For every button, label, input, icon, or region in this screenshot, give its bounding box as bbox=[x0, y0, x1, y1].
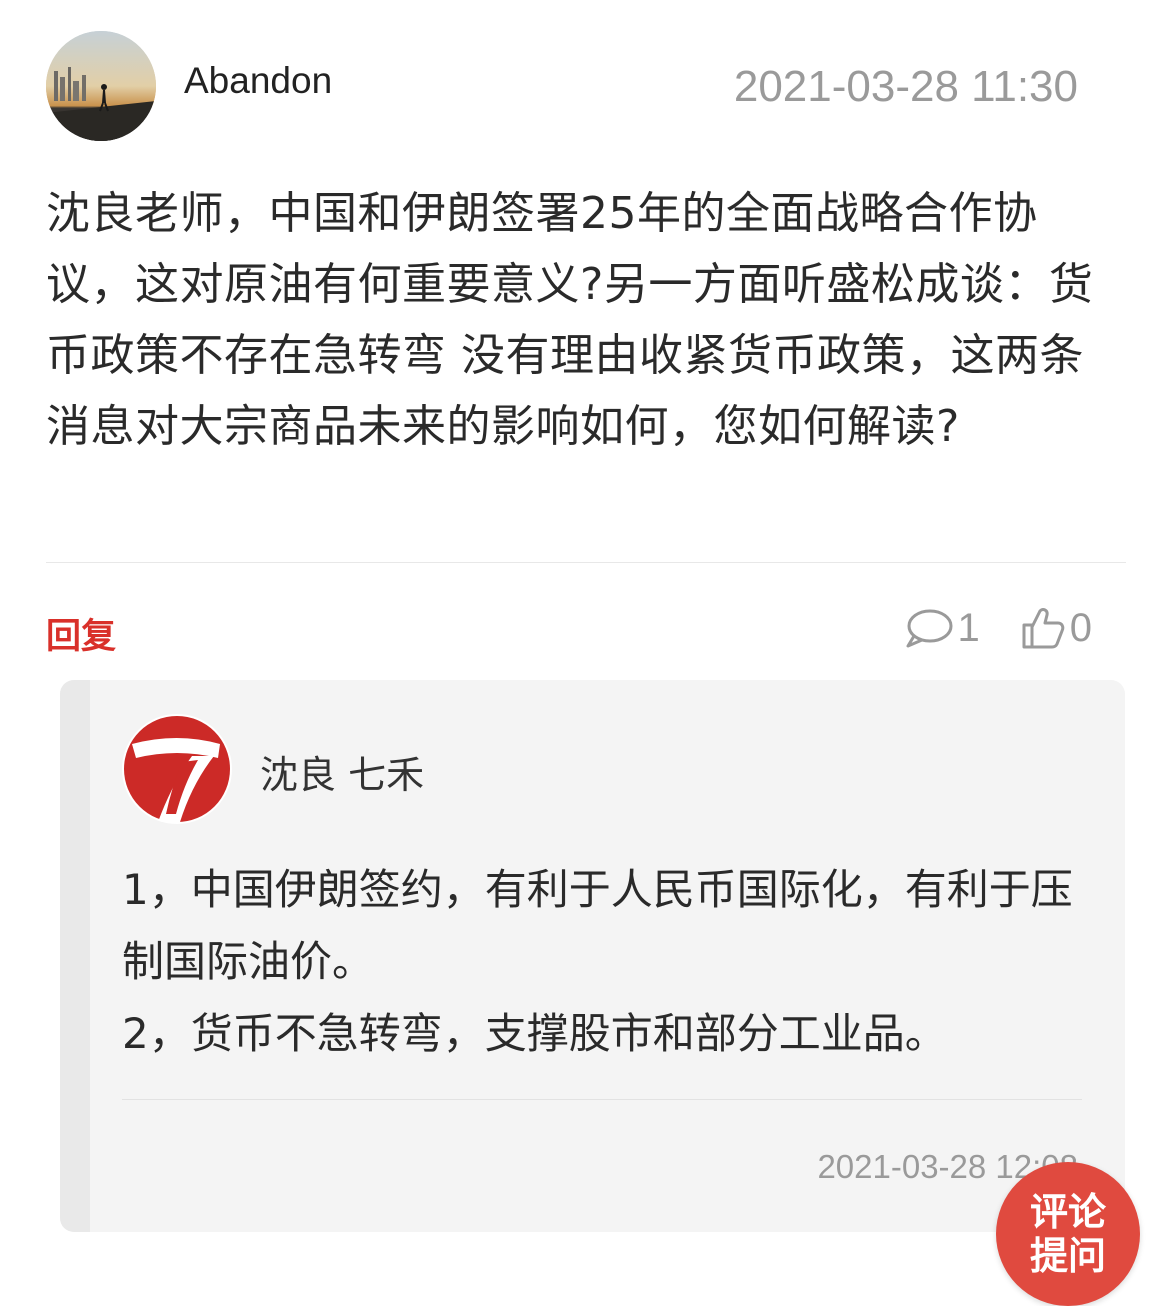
like-button[interactable]: 0 bbox=[1020, 605, 1092, 651]
divider bbox=[46, 562, 1126, 563]
comment-count: 1 bbox=[957, 605, 980, 650]
comment-button[interactable]: 1 bbox=[904, 606, 980, 651]
reply-divider bbox=[122, 1099, 1082, 1100]
fab-label-ask: 提问 bbox=[1029, 1234, 1106, 1278]
question-text: 沈良老师，中国和伊朗签署25年的全面战略合作协议，这对原油有何重要意义?另一方面… bbox=[46, 188, 1094, 452]
post-timestamp: 2021-03-28 11:30 bbox=[733, 62, 1078, 111]
reply-text: 1，中国伊朗签约，有利于人民币国际化，有利于压制国际油价。 2，货币不急转弯，支… bbox=[122, 854, 1082, 1070]
user-avatar[interactable] bbox=[46, 31, 156, 141]
avatar-image-icon bbox=[46, 31, 156, 141]
comment-ask-fab[interactable]: 评论 提问 bbox=[996, 1162, 1140, 1306]
reply-line: 2，货币不急转弯，支撑股市和部分工业品。 bbox=[122, 1009, 947, 1058]
like-count: 0 bbox=[1069, 605, 1092, 650]
reply-author[interactable]: 沈良 七禾 bbox=[260, 744, 424, 799]
seven-logo-icon bbox=[124, 716, 230, 822]
reply-button[interactable]: 回复 bbox=[46, 608, 116, 659]
thumbs-up-icon bbox=[1022, 608, 1065, 649]
comment-icon bbox=[906, 609, 952, 648]
reply-line: 1，中国伊朗签约，有利于人民币国际化，有利于压制国际油价。 bbox=[122, 865, 1073, 986]
fab-label-comment: 评论 bbox=[1029, 1190, 1106, 1234]
username[interactable]: Abandon bbox=[184, 60, 332, 102]
replier-avatar[interactable] bbox=[122, 714, 232, 824]
post-stats: 1 0 bbox=[904, 600, 1092, 656]
reply-quote-bar bbox=[60, 680, 90, 1232]
